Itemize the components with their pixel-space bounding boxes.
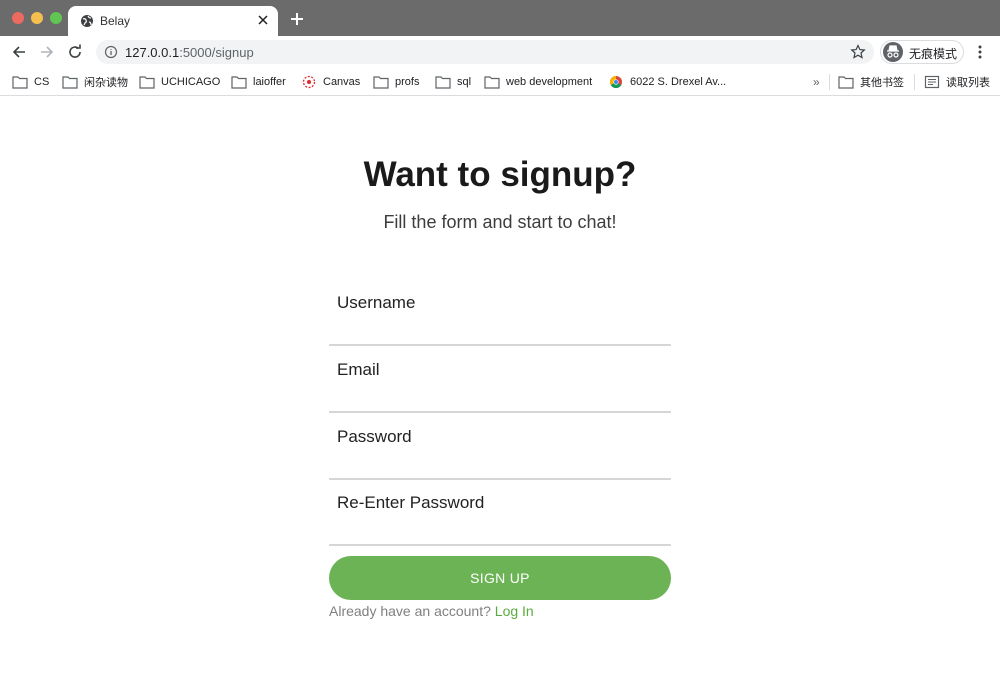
- username-field-wrapper: [329, 290, 671, 346]
- email-input[interactable]: [329, 357, 671, 411]
- bookmarks-divider: [829, 74, 830, 90]
- password-input[interactable]: [329, 424, 671, 478]
- chrome-icon: [609, 76, 622, 89]
- bookmark-sql[interactable]: sql: [435, 74, 471, 90]
- bookmark-web-development[interactable]: web development: [484, 74, 592, 90]
- reenter-password-input[interactable]: [329, 490, 671, 544]
- tab-title: Belay: [100, 14, 131, 28]
- bookmark-canvas[interactable]: Canvas: [301, 74, 360, 90]
- page-title: Want to signup?: [363, 155, 637, 194]
- bookmark-profs[interactable]: profs: [373, 74, 419, 90]
- folder-icon: [373, 76, 389, 89]
- password-field-wrapper: [329, 424, 671, 480]
- globe-icon: [81, 15, 93, 27]
- bookmark-misc-reading[interactable]: 闲杂读物: [62, 74, 128, 90]
- zoom-window-button[interactable]: [50, 12, 62, 24]
- browser-tab[interactable]: Belay: [68, 6, 278, 36]
- incognito-indicator[interactable]: 无痕模式: [880, 40, 964, 64]
- login-link[interactable]: Log In: [495, 603, 534, 619]
- incognito-icon: [883, 42, 903, 62]
- username-input[interactable]: [329, 290, 671, 344]
- folder-icon: [435, 76, 451, 89]
- folder-icon: [838, 76, 854, 89]
- bookmark-cs[interactable]: CS: [12, 74, 49, 90]
- close-window-button[interactable]: [12, 12, 24, 24]
- url-text: 127.0.0.1:5000/signup: [125, 45, 254, 60]
- reading-list-icon: [924, 75, 940, 89]
- bookmarks-divider: [914, 74, 915, 90]
- sign-up-button[interactable]: SIGN UP: [329, 556, 671, 600]
- email-field-wrapper: [329, 357, 671, 413]
- page-subtitle: Fill the form and start to chat!: [383, 212, 617, 232]
- reenter-password-field-wrapper: [329, 490, 671, 546]
- incognito-label: 无痕模式: [909, 47, 958, 61]
- folder-icon: [139, 76, 155, 89]
- bookmarks-overflow-chevron[interactable]: »: [813, 75, 820, 89]
- bookmark-laioffer[interactable]: laioffer: [231, 74, 286, 90]
- bookmark-star-icon[interactable]: [850, 44, 866, 60]
- login-prompt-text: Already have an account?: [329, 603, 491, 619]
- login-prompt-line: Already have an account? Log In: [329, 603, 534, 619]
- info-icon[interactable]: [104, 45, 118, 59]
- reload-icon[interactable]: [67, 44, 83, 60]
- browser-toolbar: 127.0.0.1:5000/signup 无痕模式: [0, 36, 1000, 68]
- other-bookmarks[interactable]: 其他书签: [838, 74, 904, 90]
- address-bar[interactable]: 127.0.0.1:5000/signup: [96, 40, 874, 64]
- more-menu-icon[interactable]: [976, 44, 984, 60]
- folder-icon: [12, 76, 28, 89]
- forward-arrow-icon[interactable]: [39, 44, 55, 60]
- bookmark-uchicago[interactable]: UCHICAGO: [139, 74, 220, 90]
- folder-icon: [484, 76, 500, 89]
- close-tab-icon[interactable]: [256, 13, 270, 27]
- new-tab-icon[interactable]: [290, 12, 304, 26]
- folder-icon: [231, 76, 247, 89]
- bookmark-drexel-address[interactable]: 6022 S. Drexel Av...: [608, 74, 726, 90]
- reading-list[interactable]: 读取列表: [924, 74, 990, 90]
- bookmarks-bar: CS 闲杂读物 UCHICAGO laioffer Canvas profs s…: [0, 68, 1000, 96]
- canvas-icon: [302, 75, 316, 89]
- minimize-window-button[interactable]: [31, 12, 43, 24]
- back-arrow-icon[interactable]: [11, 44, 27, 60]
- folder-icon: [62, 76, 78, 89]
- browser-titlebar: Belay: [0, 0, 1000, 36]
